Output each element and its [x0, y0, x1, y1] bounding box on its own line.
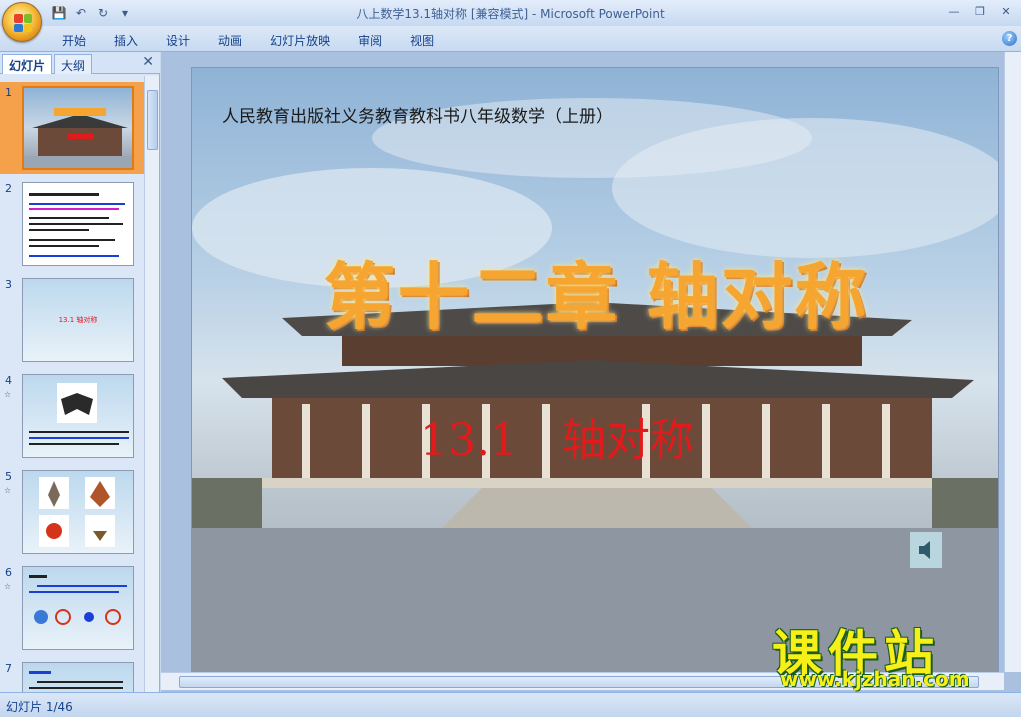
- slide-thumbnail-3[interactable]: 3 13.1 轴对称: [0, 274, 144, 366]
- thumbnail-title: 13.1 轴对称: [58, 316, 98, 324]
- pane-tabs: 幻灯片 大纲 ✕: [0, 52, 160, 74]
- slide-thumbnail-6[interactable]: 6 ☆: [0, 562, 144, 654]
- slide-counter: 幻灯片 1/46: [6, 700, 73, 714]
- office-button[interactable]: [2, 2, 42, 42]
- status-bar: 幻灯片 1/46: [0, 692, 1021, 717]
- vertical-scrollbar[interactable]: [1004, 52, 1021, 672]
- temple-thumbnail-image: [24, 108, 132, 168]
- ribbon-tabs: 开始 插入 设计 动画 幻灯片放映 审阅 视图: [48, 30, 448, 50]
- watermark-url: www.kjzhan.com: [780, 667, 970, 691]
- slide-thumbnail-5[interactable]: 5 ☆: [0, 466, 144, 558]
- tab-view[interactable]: 视图: [396, 30, 448, 50]
- restore-button[interactable]: ❐: [967, 2, 993, 20]
- thumbnail-preview: [22, 374, 134, 458]
- slide-canvas[interactable]: 人民教育出版社义务教育教科书八年级数学（上册） 第十二章 轴对称 13.1 轴对…: [191, 67, 999, 673]
- thumbnail-number: 5: [5, 470, 12, 483]
- thumbnail-preview: [22, 662, 134, 692]
- text-thumbnail-image: [29, 193, 125, 257]
- slide-editor: 人民教育出版社义务教育教科书八年级数学（上册） 第十二章 轴对称 13.1 轴对…: [161, 52, 1021, 692]
- undo-icon[interactable]: ↶: [72, 4, 90, 22]
- thumbnail-number: 2: [5, 182, 12, 195]
- thumbnail-number: 6: [5, 566, 12, 579]
- tab-design[interactable]: 设计: [152, 30, 204, 50]
- slides-pane: 幻灯片 大纲 ✕ 1 2 3 13.1 轴对称 4 ☆ 5 ☆ 6 ☆ 7: [0, 52, 160, 692]
- minimize-button[interactable]: —: [941, 2, 967, 20]
- thumbnail-number: 1: [5, 86, 12, 99]
- slide-thumbnail-4[interactable]: 4 ☆: [0, 370, 144, 462]
- tab-outline[interactable]: 大纲: [54, 54, 93, 74]
- tab-slides[interactable]: 幻灯片: [2, 54, 53, 74]
- animation-icon: ☆: [4, 486, 12, 495]
- close-button[interactable]: ✕: [993, 2, 1019, 20]
- title-bar: 💾 ↶ ↻ ▾ 八上数学13.1轴对称 [兼容模式] - Microsoft P…: [0, 0, 1021, 26]
- sound-icon[interactable]: [910, 532, 942, 568]
- quick-access-toolbar: 💾 ↶ ↻ ▾: [48, 4, 134, 22]
- redo-icon[interactable]: ↻: [94, 4, 112, 22]
- tab-slide-show[interactable]: 幻灯片放映: [256, 30, 344, 50]
- temple-background-image: [192, 98, 998, 672]
- tab-review[interactable]: 审阅: [344, 30, 396, 50]
- tab-animations[interactable]: 动画: [204, 30, 256, 50]
- thumbnail-number: 3: [5, 278, 12, 291]
- office-logo-icon: [14, 14, 32, 32]
- thumbnail-preview: 13.1 轴对称: [22, 278, 134, 362]
- window-title: 八上数学13.1轴对称 [兼容模式] - Microsoft PowerPoin…: [356, 7, 665, 21]
- save-icon[interactable]: 💾: [50, 4, 68, 22]
- thumbnail-number: 4: [5, 374, 12, 387]
- thumbnail-preview: [22, 470, 134, 554]
- slide-section-title: 13.1 轴对称: [420, 415, 694, 466]
- tab-insert[interactable]: 插入: [100, 30, 152, 50]
- slide-thumbnail-1[interactable]: 1: [0, 82, 144, 174]
- thumbnail-preview: [22, 86, 134, 170]
- thumbnail-list[interactable]: 1 2 3 13.1 轴对称 4 ☆ 5 ☆ 6 ☆ 7: [0, 76, 144, 692]
- animation-icon: ☆: [4, 390, 12, 399]
- animation-icon: ☆: [4, 582, 12, 591]
- slide-thumbnail-7[interactable]: 7: [0, 658, 144, 692]
- slide-subtitle: 人民教育出版社义务教育教科书八年级数学（上册）: [222, 107, 613, 127]
- customize-icon[interactable]: ▾: [116, 4, 134, 22]
- thumbnail-preview: [22, 566, 134, 650]
- thumbnail-number: 7: [5, 662, 12, 675]
- shapes-thumbnail-image: [39, 477, 115, 547]
- help-icon[interactable]: ?: [1002, 31, 1017, 46]
- tab-home[interactable]: 开始: [48, 30, 100, 50]
- close-icon[interactable]: ✕: [142, 54, 154, 70]
- window-controls: — ❐ ✕: [941, 2, 1019, 20]
- slide-title: 第十二章 轴对称: [323, 254, 869, 339]
- symbols-thumbnail-image: [29, 575, 127, 625]
- ribbon: 开始 插入 设计 动画 幻灯片放映 审阅 视图 ?: [0, 26, 1021, 52]
- scroll-thumb[interactable]: [147, 90, 158, 150]
- slide-thumbnail-2[interactable]: 2: [0, 178, 144, 270]
- thumbnail-preview: [22, 182, 134, 266]
- butterfly-thumbnail-image: [29, 383, 129, 445]
- thumbnail-scrollbar[interactable]: [144, 76, 159, 692]
- text-thumbnail-image: [29, 671, 123, 689]
